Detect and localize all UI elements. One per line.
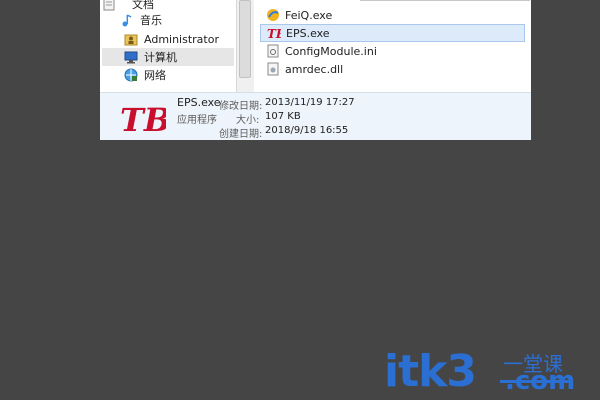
modified-label: 修改日期: xyxy=(219,101,263,112)
detail-file-type: 应用程序 xyxy=(177,115,217,126)
file-row-amrdec[interactable]: amrdec.dll xyxy=(260,60,525,78)
scrollbar-thumb[interactable] xyxy=(239,0,251,78)
divider xyxy=(360,0,530,1)
dll-file-icon xyxy=(266,62,280,76)
nav-item-administrator[interactable]: Administrator xyxy=(102,30,234,48)
feiq-app-icon xyxy=(266,8,280,22)
file-row-configmodule[interactable]: ConfigModule.ini xyxy=(260,42,525,60)
file-explorer-window: 文档 音乐 Administrator 计算机 网络 FeiQ.exe T EP… xyxy=(100,0,531,140)
modified-value: 2013/11/19 17:27 xyxy=(265,97,355,108)
nav-item-network[interactable]: 网络 xyxy=(102,66,234,84)
file-name: FeiQ.exe xyxy=(285,8,333,22)
created-label: 创建日期: xyxy=(219,129,263,140)
eps-app-icon: TB xyxy=(267,26,286,41)
navigation-pane: 文档 音乐 Administrator 计算机 网络 xyxy=(100,0,236,92)
file-name: amrdec.dll xyxy=(285,62,344,76)
file-name: ConfigModule.ini xyxy=(285,44,377,58)
size-label: 大小: xyxy=(236,115,260,126)
ini-file-icon xyxy=(266,44,280,58)
document-icon xyxy=(102,0,116,11)
eps-app-large-icon: TB xyxy=(118,97,171,139)
file-list: FeiQ.exe TB EPS.exe ConfigModule.ini amr… xyxy=(254,0,531,92)
detail-file-name: EPS.exe xyxy=(177,96,221,109)
svg-text:TB: TB xyxy=(267,27,281,40)
svg-text:TB: TB xyxy=(120,101,166,139)
file-name: EPS.exe xyxy=(286,26,330,40)
created-value: 2018/9/18 16:55 xyxy=(265,125,349,136)
size-value: 107 KB xyxy=(265,111,301,122)
watermark-logo: itk3 xyxy=(384,346,477,397)
music-icon xyxy=(120,13,134,27)
nav-item-music[interactable]: 音乐 xyxy=(102,11,234,29)
watermark-dotcom: .com xyxy=(505,366,576,396)
user-folder-icon xyxy=(124,32,138,46)
file-row-eps[interactable]: TB EPS.exe xyxy=(260,24,525,42)
nav-item-label: 网络 xyxy=(144,69,166,82)
nav-scrollbar[interactable] xyxy=(237,0,254,92)
computer-icon xyxy=(124,50,138,64)
nav-item-label: Administrator xyxy=(144,32,219,46)
nav-item-computer[interactable]: 计算机 xyxy=(102,48,234,66)
network-icon xyxy=(124,68,138,82)
nav-item-label: 计算机 xyxy=(144,51,177,64)
file-row-feiq[interactable]: FeiQ.exe xyxy=(260,6,525,24)
details-pane: TB EPS.exe 应用程序 修改日期: 2013/11/19 17:27 大… xyxy=(100,92,531,140)
nav-item-label: 音乐 xyxy=(140,14,162,27)
